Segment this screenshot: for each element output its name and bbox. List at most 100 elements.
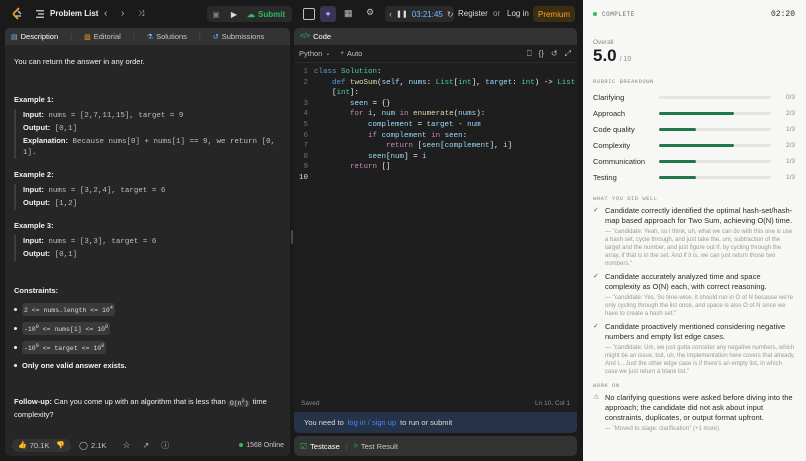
constraint-text: -10 [24, 326, 36, 334]
rubric-name: Communication [593, 156, 646, 166]
run-controls: ▣ ▶ ☁ Submit [207, 6, 293, 22]
problem-list-icon[interactable] [36, 10, 44, 18]
premium-label: Premium [537, 9, 570, 19]
panel-resize-handle[interactable] [291, 230, 293, 244]
login-signup-link[interactable]: log in / sign up [348, 418, 396, 427]
tab-description[interactable]: ▤ Description [11, 32, 58, 41]
online-count: 1568 Online [246, 441, 284, 449]
run-icon[interactable]: ▶ [225, 6, 243, 22]
work-on-text: No clarifying questions were asked befor… [605, 393, 793, 422]
line-number: 1 [303, 68, 308, 76]
prev-problem-icon[interactable]: ‹ [104, 8, 107, 19]
tab-testcase-label: Testcase [310, 441, 340, 451]
tab-editorial[interactable]: ▥ Editorial [84, 32, 121, 41]
did-well-item: ✓ Candidate correctly identified the opt… [583, 206, 806, 268]
code-editor[interactable]: 1 class Solution: 2 def twoSum(self, nums… [294, 63, 577, 185]
ai-sparkle-icon[interactable]: ✦ [320, 6, 336, 22]
check-icon: ✓ [593, 207, 599, 214]
code-status: Saved Ln 10, Col 1 [294, 397, 577, 410]
code-text: def twoSum(self, nums: List[int], target… [332, 78, 576, 87]
tab-code[interactable]: </> Code [300, 32, 331, 41]
rubric-row: Approach 2/3 [593, 105, 806, 121]
overall-label: Overall [593, 39, 614, 46]
debug-icon[interactable]: ▣ [207, 6, 225, 22]
submit-button[interactable]: ☁ Submit [243, 6, 292, 22]
tab-solutions-label: Solutions [156, 32, 187, 41]
auto-format-toggle[interactable]: + Auto [340, 49, 362, 58]
online-indicator: 1568 Online [239, 442, 284, 449]
rubric-score: 1/3 [785, 157, 795, 165]
pause-icon[interactable]: ❚❚ [396, 10, 408, 18]
notes-icon[interactable] [303, 8, 315, 20]
settings-gear-icon[interactable]: ⚙ [366, 7, 374, 18]
fullscreen-icon[interactable]: ⤢ [565, 49, 571, 59]
example-box: Input: nums = [3,2,4], target = 6 Output… [14, 184, 281, 210]
register-link[interactable]: Register [458, 9, 488, 18]
constraint-exponent: 9 [101, 343, 105, 350]
rubric-row: Code quality 1/3 [593, 121, 806, 137]
premium-button[interactable]: Premium [533, 6, 575, 22]
example-output: [0,1] [54, 251, 78, 259]
tab-testcase[interactable]: ☑ Testcase [300, 442, 340, 451]
example-title: Example 3: [14, 221, 54, 230]
help-icon[interactable]: ⓘ [161, 440, 169, 451]
description-panel: ▤ Description | ▥ Editorial | ⚗ Solution… [5, 28, 290, 456]
timer: ‹ ❚❚ 03:21:45 ↻ [385, 6, 454, 22]
constraint-item: -109 <= target <= 109 [14, 341, 281, 355]
star-icon[interactable]: ☆ [122, 440, 130, 451]
shuffle-icon[interactable]: ⤨ [138, 9, 144, 19]
next-problem-icon[interactable]: › [121, 8, 124, 19]
constraint-text: <= target <= 10 [38, 345, 102, 353]
layout-icon[interactable]: ▦ [344, 8, 353, 19]
tab-test-result[interactable]: > Test Result [354, 442, 398, 451]
did-well-quote: — "candidate: Yeah, so I think, uh, what… [605, 229, 793, 267]
problem-list-title[interactable]: Problem List [50, 9, 98, 18]
tab-submissions[interactable]: ↺ Submissions [213, 32, 264, 41]
code-text: for i, num in enumerate(nums): [350, 110, 486, 119]
did-well-item: ✓ Candidate proactively mentioned consid… [583, 322, 806, 376]
braces-icon[interactable]: {} [539, 49, 544, 58]
language-select[interactable]: Python ⌄ [299, 49, 330, 58]
bullet-icon [14, 327, 17, 331]
share-icon[interactable]: ↗ [143, 441, 150, 450]
bookmark-icon[interactable]: ⎕ [527, 49, 532, 59]
login-prompt-pre: You need to [304, 418, 344, 427]
tab-divider: | [132, 32, 135, 41]
constraint-item: 2 <= nums.length <= 104 [14, 303, 281, 317]
timer-collapse-icon[interactable]: ‹ [389, 9, 392, 19]
tab-editorial-label: Editorial [93, 32, 121, 41]
comments-count: 2.1K [91, 440, 107, 450]
tab-solutions[interactable]: ⚗ Solutions [147, 32, 187, 41]
rubric-score: 1/3 [785, 125, 795, 133]
undo-icon[interactable]: ↺ [551, 49, 558, 58]
rubric-title: RUBRIC BREAKDOWN [593, 78, 654, 85]
code-text: complement = target - num [368, 120, 481, 129]
login-link[interactable]: Log in [507, 9, 529, 18]
did-well-text: Candidate proactively mentioned consider… [605, 322, 786, 341]
code-text: [int]: [314, 89, 360, 98]
code-text: class Solution: [314, 68, 382, 76]
comments-button[interactable]: ◯ 2.1K [79, 441, 106, 450]
reset-timer-icon[interactable]: ↻ [447, 10, 454, 19]
thumbs-down-icon[interactable]: 👎 [56, 441, 65, 449]
like-button[interactable]: 👍 70.1K 👎 [12, 438, 72, 452]
warning-icon: ⚠ [593, 394, 600, 401]
online-dot [239, 443, 244, 447]
lock-icon: + [340, 50, 344, 57]
app-logo-icon[interactable] [10, 7, 24, 21]
followup-text: Can you come up with an algorithm that i… [54, 397, 226, 407]
status-dot [593, 12, 597, 16]
terminal-icon: > [353, 442, 358, 450]
rubric-row: Testing 1/3 [593, 169, 806, 185]
example-input: nums = [3,2,4], target = 6 [48, 187, 166, 195]
rubric-score: 1/3 [785, 173, 795, 181]
followup-code: O(n2) [227, 397, 251, 407]
did-well-quote: — "candidate: Yes. So time-wise, it shou… [605, 295, 794, 317]
description-footer: 👍 70.1K 👎 ◯ 2.1K ☆ ↗ ⓘ 1568 Online [5, 434, 290, 456]
saved-status: Saved [301, 400, 320, 407]
checkbox-icon: ☑ [300, 441, 308, 451]
report-header: COMPLETE 02:20 [583, 0, 806, 28]
line-number: 8 [303, 152, 308, 161]
code-text: return [seen[complement], i] [386, 142, 513, 151]
rubric-name: Code quality [593, 124, 635, 134]
